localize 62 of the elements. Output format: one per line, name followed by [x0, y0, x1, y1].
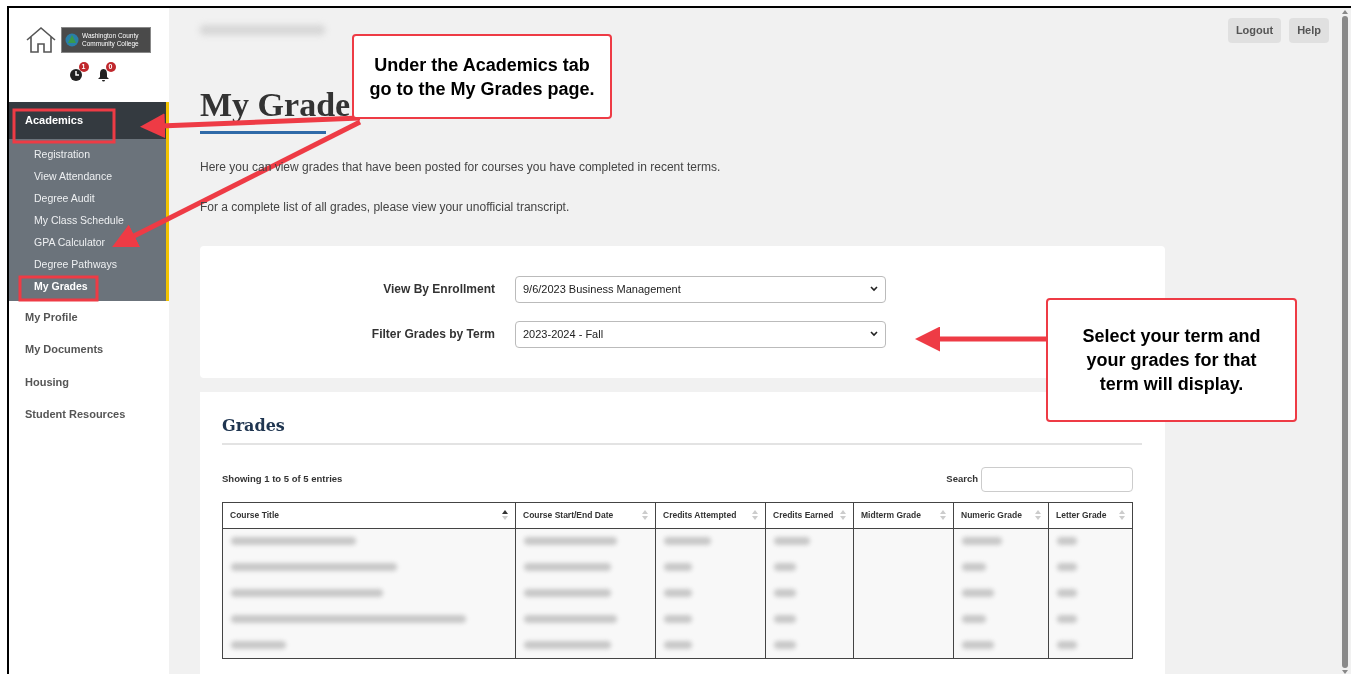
page-title: My Grade: [200, 84, 351, 125]
redacted-text: [962, 640, 994, 649]
redacted-text: [1057, 640, 1078, 649]
select-field[interactable]: 9/6/2023 Business Management: [515, 275, 886, 303]
redacted-text: [962, 589, 994, 597]
nav-item[interactable]: My Documents: [9, 333, 169, 366]
nav-subitem[interactable]: My Grades: [9, 274, 166, 297]
entries-info: Showing 1 to 5 of 5 entries: [222, 471, 343, 486]
nav-item[interactable]: Student Resources: [9, 398, 169, 431]
nav-subitem[interactable]: GPA Calculator: [9, 230, 166, 253]
scrollbar-thumb[interactable]: [1342, 16, 1348, 668]
select-field[interactable]: 2023-2024 - Fall: [515, 320, 886, 348]
redacted-text: [664, 640, 693, 649]
filter-label: Filter Grades by Term: [370, 326, 496, 343]
column-header[interactable]: Midterm Grade: [853, 502, 954, 528]
redacted-text: [962, 537, 1002, 546]
nav-subitem[interactable]: Registration: [9, 142, 166, 165]
section-title: Grades: [222, 414, 285, 437]
redacted-text: [774, 615, 796, 623]
header-button[interactable]: Help: [1289, 18, 1329, 43]
column-header[interactable]: Course Start/End Date: [515, 502, 656, 528]
nav-subitem[interactable]: View Attendance: [9, 164, 166, 187]
redacted-text: [664, 589, 693, 597]
redacted-text: [774, 589, 796, 597]
redacted-text: [664, 563, 693, 571]
redacted-text: [774, 537, 810, 546]
clock-icon[interactable]: [68, 68, 83, 82]
nav-item[interactable]: My Profile: [9, 300, 169, 333]
scroll-up-icon[interactable]: [1342, 10, 1348, 14]
callout-box: Select your term and your grades for that term will display.: [1046, 298, 1297, 422]
tree-icon: [65, 33, 79, 47]
nav-subitem[interactable]: Degree Pathways: [9, 252, 166, 275]
redacted-text: [1057, 563, 1078, 571]
redacted-text: [1057, 589, 1078, 597]
chevron-down-icon: [870, 286, 878, 292]
redacted-text: [1057, 615, 1078, 623]
column-header[interactable]: Credits Earned: [765, 502, 854, 528]
redacted-text: [231, 640, 287, 649]
scroll-down-icon[interactable]: [1342, 670, 1348, 674]
header-button[interactable]: Logout: [1227, 18, 1282, 43]
nav-subitem[interactable]: My Class Schedule: [9, 208, 166, 231]
column-header[interactable]: Letter Grade: [1048, 502, 1133, 528]
column-header[interactable]: Course Title: [222, 502, 516, 528]
redacted-text: [774, 640, 796, 649]
redacted-text: [962, 615, 986, 623]
transcript-note: For a complete list of all grades, please view your unofficial transcript.: [200, 198, 570, 216]
filter-label: View By Enrollment: [382, 281, 496, 298]
redacted-text: [664, 537, 711, 546]
nav-item[interactable]: Housing: [9, 365, 169, 398]
redacted-text: [962, 563, 986, 571]
column-header[interactable]: Credits Attempted: [655, 502, 766, 528]
column-header[interactable]: Numeric Grade: [953, 502, 1049, 528]
nav-subitem[interactable]: Degree Audit: [9, 186, 166, 209]
search-field[interactable]: [981, 466, 1133, 492]
redacted-text: [664, 615, 693, 623]
redacted-text: [1057, 537, 1078, 546]
chevron-down-icon: [870, 331, 878, 337]
bell-icon[interactable]: [96, 68, 110, 82]
callout-box: Under the Academics tab go to the My Grades page.: [352, 34, 612, 119]
redacted-text: [774, 563, 796, 571]
search-label: Search: [946, 471, 978, 486]
home-icon[interactable]: [25, 26, 57, 54]
